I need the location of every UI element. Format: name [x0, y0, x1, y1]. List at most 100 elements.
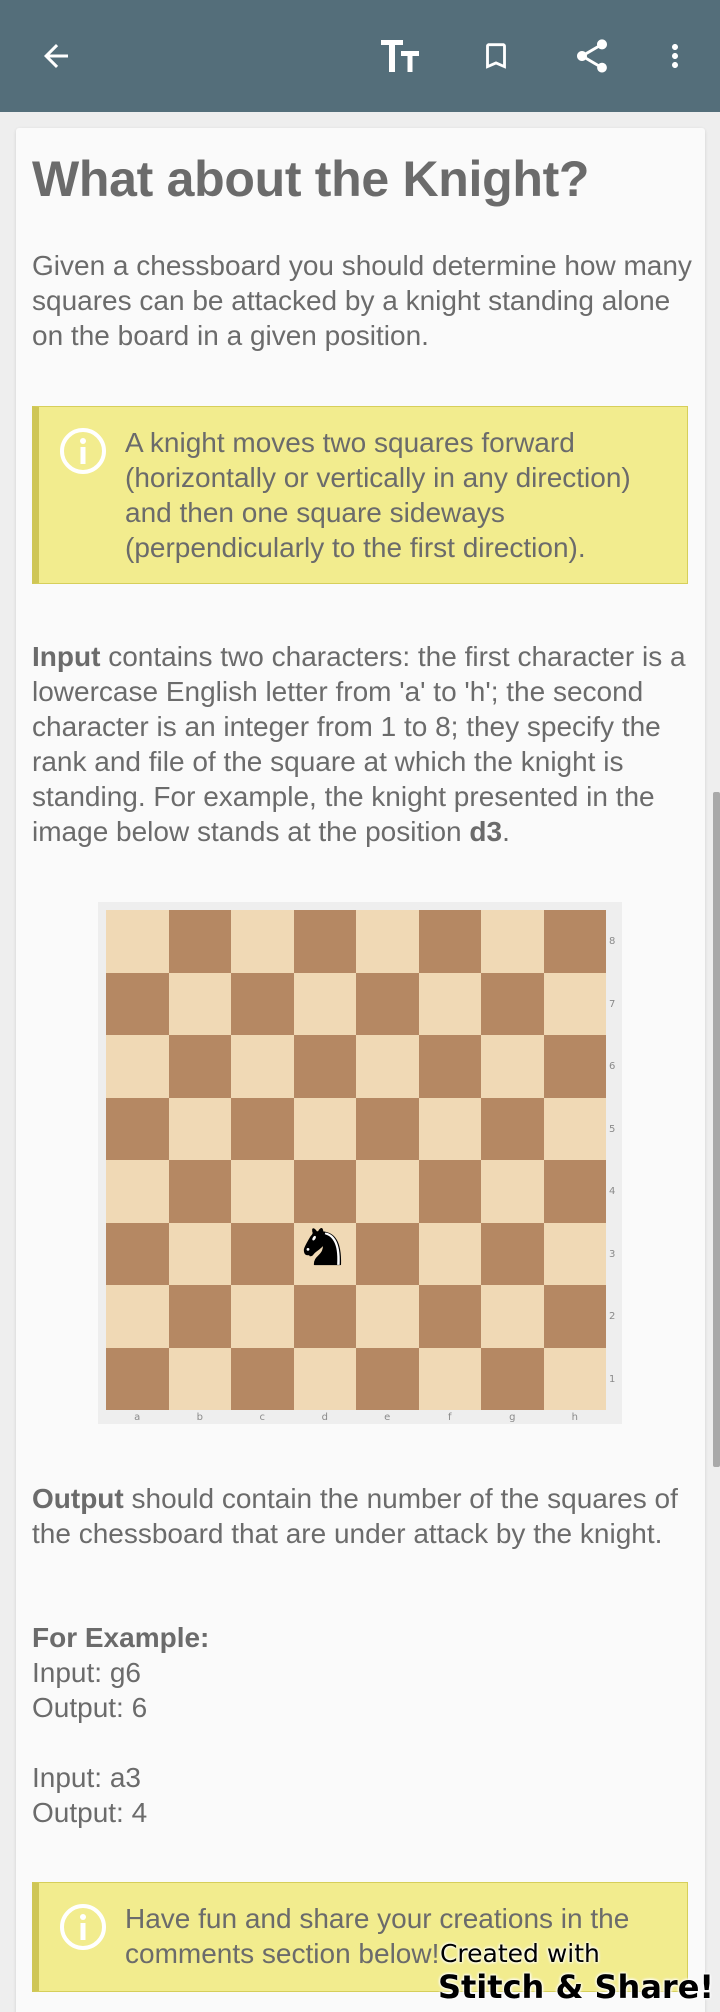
board-square-b7: [168, 972, 231, 1035]
example-heading: For Example:: [32, 1620, 692, 1655]
chessboard-image: 8 7 6 5 4 3 2 1 a b c d e f g h: [98, 902, 622, 1424]
board-square-d1: [293, 1347, 356, 1410]
board-square-g4: [481, 1160, 544, 1223]
watermark: Created with Stitch & Share!: [438, 1939, 714, 2006]
rank-label: 6: [609, 1061, 616, 1072]
board-square-h4: [543, 1160, 606, 1223]
file-label: c: [259, 1412, 266, 1423]
back-button[interactable]: [22, 22, 90, 90]
board-square-d7: [293, 972, 356, 1035]
rank-label: 1: [609, 1373, 616, 1385]
board-square-d2: [293, 1285, 356, 1348]
rank-label: 4: [609, 1186, 616, 1197]
board-square-e4: [356, 1160, 419, 1223]
board-square-d6: [293, 1035, 356, 1098]
file-label: b: [196, 1412, 203, 1423]
bookmark-icon: [486, 43, 506, 69]
board-square-f6: [418, 1035, 481, 1098]
file-label: a: [134, 1412, 141, 1423]
share-icon: [577, 39, 607, 73]
article-title: What about the Knight?: [32, 151, 590, 207]
board-square-c2: [231, 1285, 294, 1348]
board-square-f1: [418, 1347, 481, 1410]
board-square-c4: [231, 1160, 294, 1223]
board-square-b5: [168, 1097, 231, 1160]
info-note-text: A knight moves two squares forward (hori…: [125, 427, 631, 563]
knight-icon: [303, 1227, 342, 1266]
board-square-f5: [418, 1097, 481, 1160]
example-heading-text: For Example:: [32, 1622, 210, 1653]
board-square-b3: [168, 1222, 231, 1285]
file-label: h: [571, 1412, 578, 1423]
board-square-g6: [481, 1035, 544, 1098]
output-paragraph: Output should contain the number of the …: [32, 1481, 692, 1551]
board-square-e2: [356, 1285, 419, 1348]
intro-paragraph: Given a chessboard you should determine …: [32, 250, 692, 351]
board-square-h6: [543, 1035, 606, 1098]
board-square-g8: [481, 910, 544, 973]
board-square-f4: [418, 1160, 481, 1223]
board-square-b8: [168, 910, 231, 973]
input-position: d3: [469, 816, 503, 847]
info-icon: [60, 428, 106, 474]
board-square-h8: [543, 910, 606, 973]
board-square-c8: [231, 910, 294, 973]
board-square-a4: [106, 1160, 169, 1223]
board-square-f3: [418, 1222, 481, 1285]
file-label: d: [321, 1412, 328, 1423]
board-square-e6: [356, 1035, 419, 1098]
rank-label: 3: [609, 1248, 616, 1260]
board-square-g3: [481, 1222, 544, 1285]
board-square-b1: [168, 1347, 231, 1410]
board-square-d8: [293, 910, 356, 973]
scrollbar[interactable]: [712, 112, 720, 2012]
board-square-e1: [356, 1347, 419, 1410]
board-square-g7: [481, 972, 544, 1035]
share-button[interactable]: [558, 22, 626, 90]
info-note: A knight moves two squares forward (hori…: [32, 406, 688, 584]
scrollbar-thumb-secondary[interactable]: [713, 1197, 720, 1467]
board-square-f8: [418, 910, 481, 973]
board-square-a8: [106, 910, 169, 973]
board-square-a1: [106, 1347, 169, 1410]
board-square-h7: [543, 972, 606, 1035]
board-square-h2: [543, 1285, 606, 1348]
input-paragraph: Input contains two characters: the first…: [32, 639, 692, 849]
arrow-back-icon: [44, 44, 68, 68]
board-square-c1: [231, 1347, 294, 1410]
more-options-button[interactable]: [642, 22, 708, 90]
board-square-c6: [231, 1035, 294, 1098]
input-text: contains two characters: the first chara…: [32, 641, 686, 847]
board-square-e3: [356, 1222, 419, 1285]
app-bar: [0, 0, 720, 112]
board-square-f2: [418, 1285, 481, 1348]
chessboard-grid: [106, 910, 606, 1410]
info-icon: [60, 1904, 106, 1950]
text-size-icon: [381, 40, 419, 72]
file-label: e: [384, 1412, 391, 1423]
example1-input: Input: g6: [32, 1657, 141, 1688]
board-square-h5: [543, 1097, 606, 1160]
board-square-c3: [231, 1222, 294, 1285]
board-square-g5: [481, 1097, 544, 1160]
more-vert-icon: [672, 44, 678, 68]
board-square-d4: [293, 1160, 356, 1223]
board-square-e5: [356, 1097, 419, 1160]
example1-output: Output: 6: [32, 1692, 148, 1723]
rank-label: 8: [609, 936, 616, 947]
bookmark-button[interactable]: [462, 22, 530, 90]
board-square-b2: [168, 1285, 231, 1348]
board-square-a5: [106, 1097, 169, 1160]
board-square-g2: [481, 1285, 544, 1348]
input-text-end: .: [502, 816, 510, 847]
board-square-h1: [543, 1347, 606, 1410]
text-size-button[interactable]: [366, 22, 434, 90]
board-square-b4: [168, 1160, 231, 1223]
example2-input: Input: a3: [32, 1762, 141, 1793]
board-square-g1: [481, 1347, 544, 1410]
example2-output: Output: 4: [32, 1797, 148, 1828]
board-square-a2: [106, 1285, 169, 1348]
file-label: g: [509, 1412, 516, 1423]
output-label: Output: [32, 1483, 124, 1514]
file-label: f: [447, 1412, 452, 1423]
